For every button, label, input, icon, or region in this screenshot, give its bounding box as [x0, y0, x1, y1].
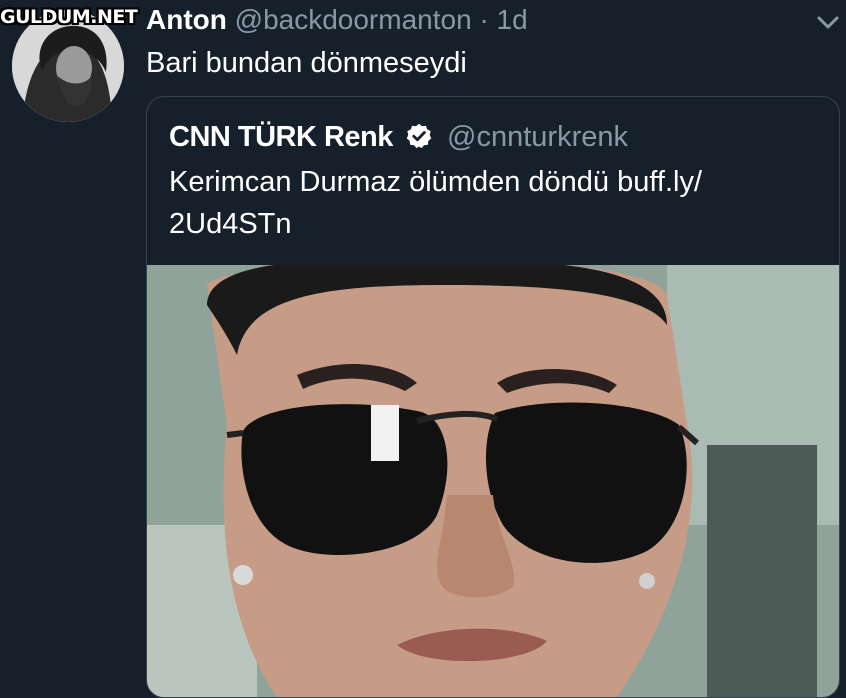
tweet-text: Bari bundan dönmeseydi	[146, 47, 467, 79]
quoted-tweet-text: Kerimcan Durmaz ölümden döndü buff.ly/ 2…	[169, 166, 703, 240]
quoted-tweet-card[interactable]: CNN TÜRK Renk @cnnturkrenk Kerimcan Durm…	[146, 96, 840, 698]
quoted-author-name: CNN TÜRK Renk	[169, 121, 393, 153]
tweet-header: Anton @backdoormanton · 1d	[146, 2, 528, 38]
quoted-author-handle: @cnnturkrenk	[447, 121, 628, 153]
verified-badge-icon	[406, 123, 432, 149]
author-name[interactable]: Anton	[146, 4, 227, 35]
time-separator: ·	[479, 4, 489, 35]
quoted-tweet-header: CNN TÜRK Renk @cnnturkrenk	[169, 117, 628, 157]
chevron-down-icon[interactable]	[815, 10, 841, 36]
watermark: GULDUM.NET	[0, 6, 138, 28]
tweet-time[interactable]: 1d	[497, 4, 528, 35]
author-handle[interactable]: @backdoormanton	[235, 4, 472, 35]
quoted-photo[interactable]	[147, 265, 839, 697]
